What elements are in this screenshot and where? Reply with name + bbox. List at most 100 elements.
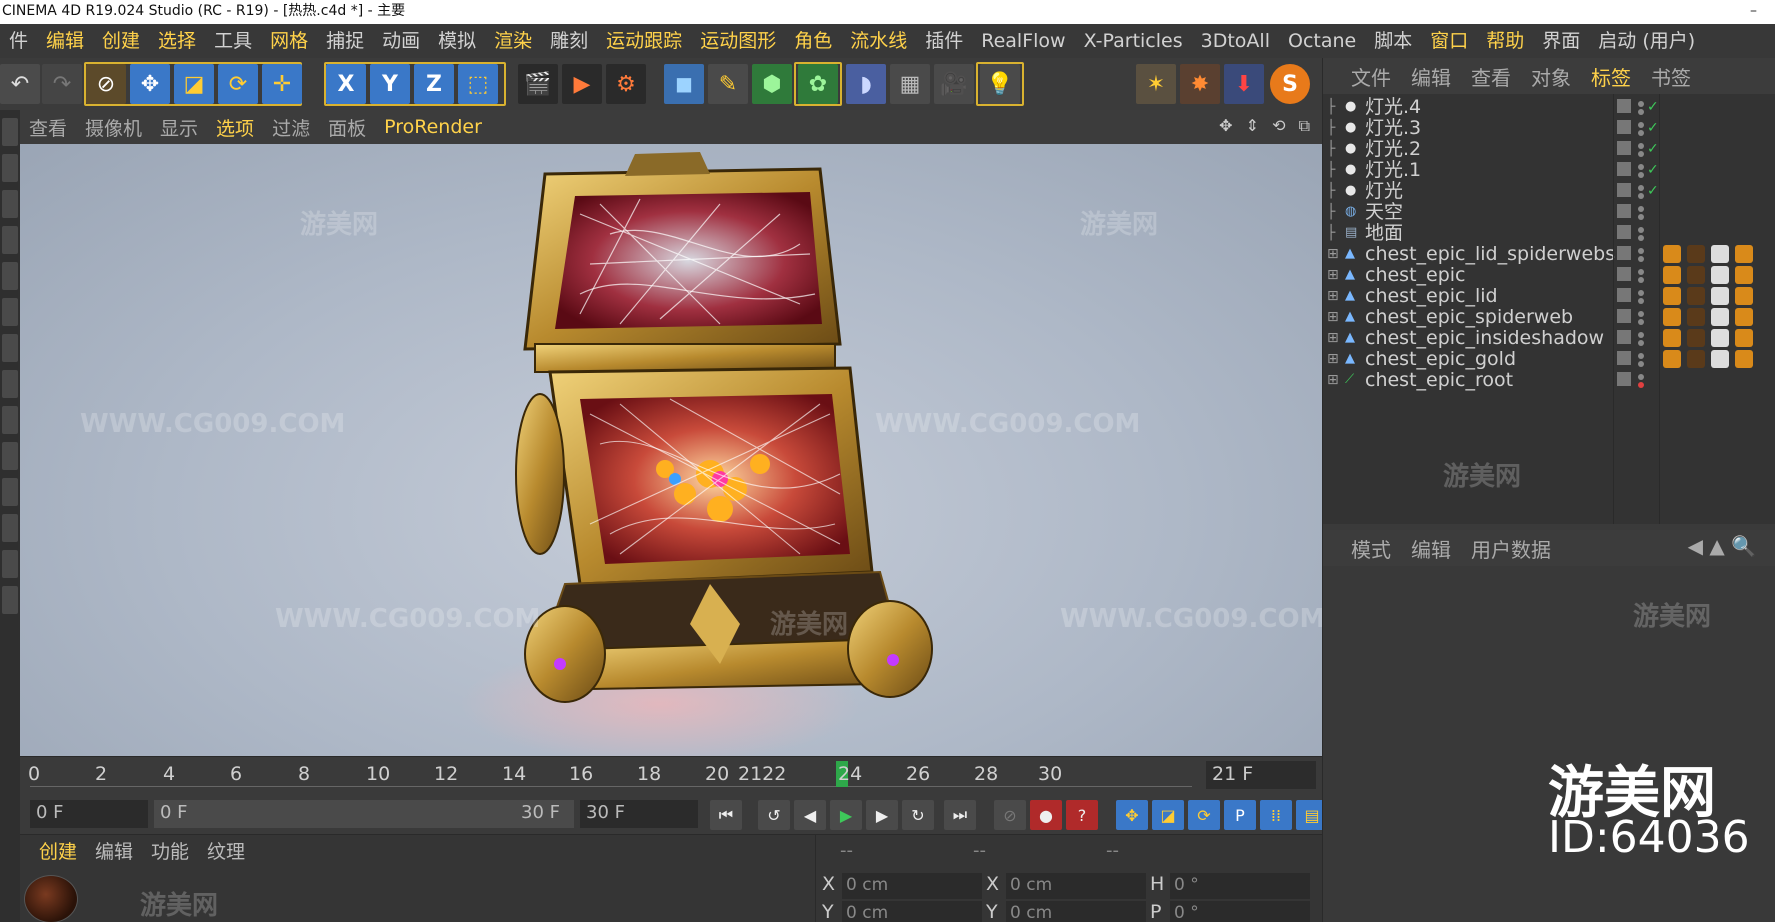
key-parameter-icon[interactable]: P bbox=[1224, 800, 1256, 830]
subdivision-icon[interactable]: ⬢ bbox=[752, 64, 792, 104]
object-row[interactable]: ├ ● 灯光.1 ✓ bbox=[1323, 159, 1775, 182]
menu-item[interactable]: X-Particles bbox=[1075, 24, 1192, 58]
tool-palette-button[interactable] bbox=[2, 226, 18, 254]
render-visibility-dot[interactable] bbox=[1638, 298, 1644, 304]
layer-flag-icon[interactable] bbox=[1617, 288, 1631, 302]
tool-palette-button[interactable] bbox=[2, 586, 18, 614]
menu-item[interactable]: Octane bbox=[1279, 24, 1365, 58]
object-row[interactable]: ⊞ ▲ chest_epic_gold bbox=[1323, 348, 1775, 371]
menu-item[interactable]: 帮助 bbox=[1477, 24, 1533, 58]
enabled-check-icon[interactable]: ✓ bbox=[1647, 117, 1659, 140]
next-frame-button[interactable]: ▶ bbox=[866, 800, 898, 830]
object-row[interactable]: ⊞ ▲ chest_epic bbox=[1323, 264, 1775, 287]
enabled-check-icon[interactable]: ✓ bbox=[1647, 159, 1659, 182]
editor-visibility-dot[interactable] bbox=[1638, 332, 1644, 338]
render-visibility-dot[interactable] bbox=[1638, 235, 1644, 241]
go-to-end-button[interactable]: ⏭ bbox=[944, 800, 976, 830]
menu-item[interactable]: 雕刻 bbox=[541, 24, 597, 58]
move-tool-button[interactable]: ✥ bbox=[130, 64, 170, 104]
enabled-check-icon[interactable]: ✓ bbox=[1647, 180, 1659, 203]
material-tag-icon[interactable] bbox=[1687, 308, 1705, 326]
render-visibility-dot[interactable] bbox=[1638, 109, 1644, 115]
tool-palette-button[interactable] bbox=[2, 514, 18, 542]
object-manager-menu-item[interactable]: 书签 bbox=[1641, 62, 1701, 91]
object-manager-menu-item[interactable]: 编辑 bbox=[1401, 62, 1461, 91]
render-visibility-dot[interactable] bbox=[1638, 382, 1644, 388]
size-x-field[interactable]: 0 cm bbox=[1006, 873, 1146, 899]
object-manager-menu-item[interactable]: 标签 bbox=[1581, 62, 1641, 91]
attr-nav-arrows-icon[interactable]: ◀ ▲ 🔍 bbox=[1678, 534, 1766, 558]
editor-visibility-dot[interactable] bbox=[1638, 122, 1644, 128]
object-row[interactable]: ⊞ ▲ chest_epic_insideshadow bbox=[1323, 327, 1775, 350]
menu-item[interactable]: 选择 bbox=[149, 24, 205, 58]
material-tag-icon[interactable] bbox=[1735, 350, 1753, 368]
render-visibility-dot[interactable] bbox=[1638, 361, 1644, 367]
render-visibility-dot[interactable] bbox=[1638, 214, 1644, 220]
material-thumbnail[interactable] bbox=[24, 875, 78, 922]
viewport-menu-item[interactable]: 过滤 bbox=[263, 114, 319, 141]
record-button[interactable]: ● bbox=[1030, 800, 1062, 830]
tool-palette-button[interactable] bbox=[2, 154, 18, 182]
expand-toggle-icon[interactable]: ├ bbox=[1327, 138, 1335, 161]
menu-item[interactable]: 窗口 bbox=[1421, 24, 1477, 58]
attribute-menu-item[interactable]: 编辑 bbox=[1401, 534, 1461, 563]
material-tag-icon[interactable] bbox=[1663, 308, 1681, 326]
pen-spline-icon[interactable]: ✎ bbox=[708, 64, 748, 104]
layer-flag-icon[interactable] bbox=[1617, 120, 1631, 134]
3d-viewport[interactable]: 游美网 WWW.CG009.COM WWW.CG009.COM WWW.CG00… bbox=[20, 144, 1322, 756]
render-view-button[interactable]: 🎬 bbox=[518, 64, 558, 104]
expand-toggle-icon[interactable]: ├ bbox=[1327, 201, 1335, 224]
play-button[interactable]: ▶ bbox=[830, 800, 862, 830]
attribute-menu-item[interactable]: 模式 bbox=[1341, 534, 1401, 563]
render-visibility-dot[interactable] bbox=[1638, 172, 1644, 178]
editor-visibility-dot[interactable] bbox=[1638, 311, 1644, 317]
tool-palette-button[interactable] bbox=[2, 550, 18, 578]
expand-toggle-icon[interactable]: ├ bbox=[1327, 180, 1335, 203]
editor-visibility-dot[interactable] bbox=[1638, 185, 1644, 191]
redo-button[interactable]: ↷ bbox=[42, 64, 82, 104]
menu-item[interactable]: 界面 bbox=[1533, 24, 1589, 58]
render-visibility-dot[interactable] bbox=[1638, 256, 1644, 262]
object-row[interactable]: ├ ◍ 天空 bbox=[1323, 201, 1775, 224]
render-visibility-dot[interactable] bbox=[1638, 193, 1644, 199]
expand-toggle-icon[interactable]: ⊞ bbox=[1327, 369, 1339, 392]
render-visibility-dot[interactable] bbox=[1638, 130, 1644, 136]
material-drop-icon[interactable]: ⬇ bbox=[1224, 64, 1264, 104]
enabled-check-icon[interactable]: ✓ bbox=[1647, 138, 1659, 161]
menu-item[interactable]: 创建 bbox=[93, 24, 149, 58]
object-row[interactable]: ├ ● 灯光.3 ✓ bbox=[1323, 117, 1775, 140]
expand-toggle-icon[interactable]: ⊞ bbox=[1327, 327, 1339, 350]
layer-flag-icon[interactable] bbox=[1617, 246, 1631, 260]
menu-item[interactable]: 角色 bbox=[785, 24, 841, 58]
material-tag-icon[interactable] bbox=[1663, 245, 1681, 263]
light-icon[interactable]: 💡 bbox=[980, 64, 1020, 104]
rot-p-field[interactable]: 0 ° bbox=[1170, 901, 1310, 922]
key-scale-icon[interactable]: ◪ bbox=[1152, 800, 1184, 830]
material-tag-icon[interactable] bbox=[1735, 308, 1753, 326]
next-key-button[interactable]: ↻ bbox=[902, 800, 934, 830]
editor-visibility-dot[interactable] bbox=[1638, 164, 1644, 170]
menu-item[interactable]: 3DtoAll bbox=[1192, 24, 1279, 58]
attribute-menu-item[interactable]: 用户数据 bbox=[1461, 534, 1561, 563]
material-tag-icon[interactable] bbox=[1711, 245, 1729, 263]
menu-item[interactable]: 工具 bbox=[205, 24, 261, 58]
viewport-menu-item[interactable]: ProRender bbox=[375, 116, 491, 138]
material-tag-icon[interactable] bbox=[1735, 329, 1753, 347]
start-frame-field[interactable]: 0 F bbox=[30, 800, 148, 828]
editor-visibility-dot[interactable] bbox=[1638, 227, 1644, 233]
object-manager-menu-item[interactable]: 查看 bbox=[1461, 62, 1521, 91]
rotate-tool-button[interactable]: ⟳ bbox=[218, 64, 258, 104]
tool-palette-button[interactable] bbox=[2, 190, 18, 218]
material-tag-icon[interactable] bbox=[1663, 350, 1681, 368]
layer-flag-icon[interactable] bbox=[1617, 330, 1631, 344]
xparticles-icon[interactable]: ✶ bbox=[1136, 64, 1176, 104]
menu-item[interactable]: 捕捉 bbox=[317, 24, 373, 58]
editor-visibility-dot[interactable] bbox=[1638, 353, 1644, 359]
octane-render-button[interactable]: S bbox=[1270, 64, 1310, 104]
menu-item[interactable]: 插件 bbox=[916, 24, 972, 58]
material-tag-icon[interactable] bbox=[1711, 287, 1729, 305]
layer-flag-icon[interactable] bbox=[1617, 99, 1631, 113]
expand-toggle-icon[interactable]: ├ bbox=[1327, 117, 1335, 140]
viewport-menu-item[interactable]: 面板 bbox=[319, 114, 375, 141]
material-tag-icon[interactable] bbox=[1735, 245, 1753, 263]
